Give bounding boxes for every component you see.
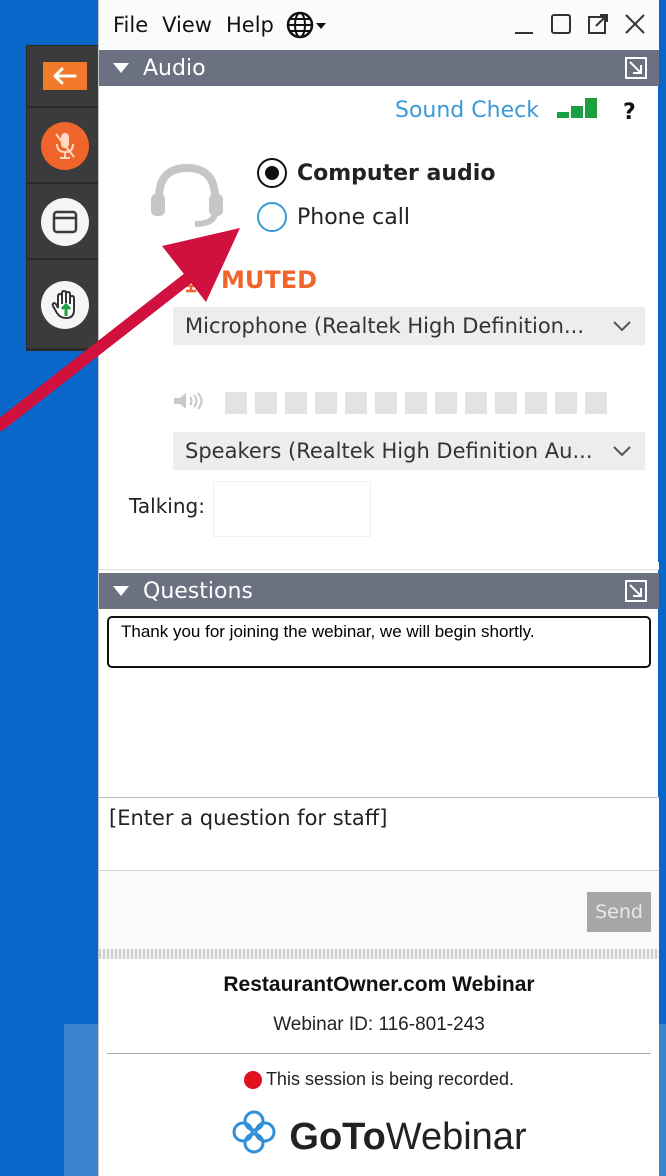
recording-dot-icon [243, 1070, 262, 1089]
chevron-down-icon[interactable] [611, 313, 633, 342]
help-icon[interactable]: ? [623, 100, 636, 125]
gotowebinar-logo: GoTo Webinar [99, 1109, 659, 1165]
webinar-info: RestaurantOwner.com Webinar Webinar ID: … [99, 959, 659, 1176]
mute-status[interactable]: MUTED [175, 262, 317, 298]
questions-header-label: Questions [143, 578, 253, 604]
toolbar-mic-cell [27, 110, 103, 184]
toolbar-back-cell [27, 46, 103, 108]
audio-header-label: Audio [143, 55, 206, 81]
headset-icon [147, 156, 227, 240]
minimize-icon[interactable] [513, 12, 535, 41]
webinar-id: Webinar ID: 116-801-243 [273, 1014, 485, 1035]
recording-notice: This session is being recorded. [99, 1069, 659, 1090]
send-area: Send [99, 871, 659, 949]
menu-view[interactable]: View [162, 13, 212, 37]
menu-help[interactable]: Help [226, 13, 274, 37]
back-arrow-icon[interactable] [43, 62, 87, 90]
close-icon[interactable] [623, 12, 647, 41]
speaker-icon [171, 389, 207, 417]
maximize-icon[interactable] [549, 12, 573, 41]
menu-bar: File View Help [99, 0, 659, 50]
popout-section-icon[interactable] [625, 57, 647, 79]
info-divider [107, 1053, 651, 1054]
chevron-down-icon[interactable] [611, 438, 633, 467]
question-input[interactable]: [Enter a question for staff] [99, 797, 659, 871]
question-message: Thank you for joining the webinar, we wi… [107, 616, 651, 668]
phone-call-label: Phone call [297, 204, 410, 230]
resize-grip[interactable] [99, 949, 659, 959]
popout-icon[interactable] [587, 12, 609, 41]
toolbar-hand-cell [27, 262, 103, 350]
speaker-level-meter [171, 389, 607, 417]
recording-notice-text: This session is being recorded. [265, 1069, 515, 1089]
collapse-triangle-icon[interactable] [113, 586, 129, 596]
audio-section-header[interactable]: Audio [99, 50, 659, 86]
globe-icon[interactable] [286, 10, 328, 40]
sound-check-link[interactable]: Sound Check [395, 98, 539, 123]
microphone-select[interactable]: Microphone (Realtek High Definition... [173, 307, 645, 345]
muted-label: MUTED [221, 266, 318, 294]
speakers-select[interactable]: Speakers (Realtek High Definition Au... [173, 432, 645, 470]
logo-goto-text: GoTo [289, 1115, 386, 1158]
logo-webinar-text: Webinar [385, 1115, 527, 1158]
level-bars [225, 392, 607, 414]
gotowebinar-logo-icon [231, 1109, 277, 1165]
raise-hand-icon[interactable] [41, 281, 89, 329]
microphone-muted-icon[interactable] [41, 122, 89, 170]
computer-audio-label: Computer audio [297, 160, 496, 186]
menu-file[interactable]: File [113, 13, 148, 37]
questions-section-header[interactable]: Questions [99, 573, 659, 609]
microphone-muted-icon[interactable] [175, 262, 207, 298]
section-divider [99, 562, 659, 570]
send-button[interactable]: Send [587, 892, 651, 932]
popout-section-icon[interactable] [625, 580, 647, 602]
microphone-select-value: Microphone (Realtek High Definition... [185, 314, 585, 338]
collapse-triangle-icon[interactable] [113, 63, 129, 73]
webinar-title: RestaurantOwner.com Webinar [223, 973, 535, 996]
control-panel-toolbar [26, 45, 103, 351]
webinar-window: File View Help Audio Sound Check ? Compu… [98, 0, 659, 1176]
talking-indicator-box [213, 481, 371, 537]
talking-label: Talking: [129, 494, 205, 518]
phone-call-option[interactable]: Phone call [257, 202, 410, 232]
speakers-select-value: Speakers (Realtek High Definition Au... [185, 439, 593, 463]
phone-call-radio[interactable] [257, 202, 287, 232]
computer-audio-option[interactable]: Computer audio [257, 158, 495, 188]
computer-audio-radio[interactable] [257, 158, 287, 188]
window-controls [513, 12, 647, 41]
signal-strength-icon [557, 98, 597, 118]
screen-icon[interactable] [41, 198, 89, 246]
toolbar-screen-cell [27, 186, 103, 260]
